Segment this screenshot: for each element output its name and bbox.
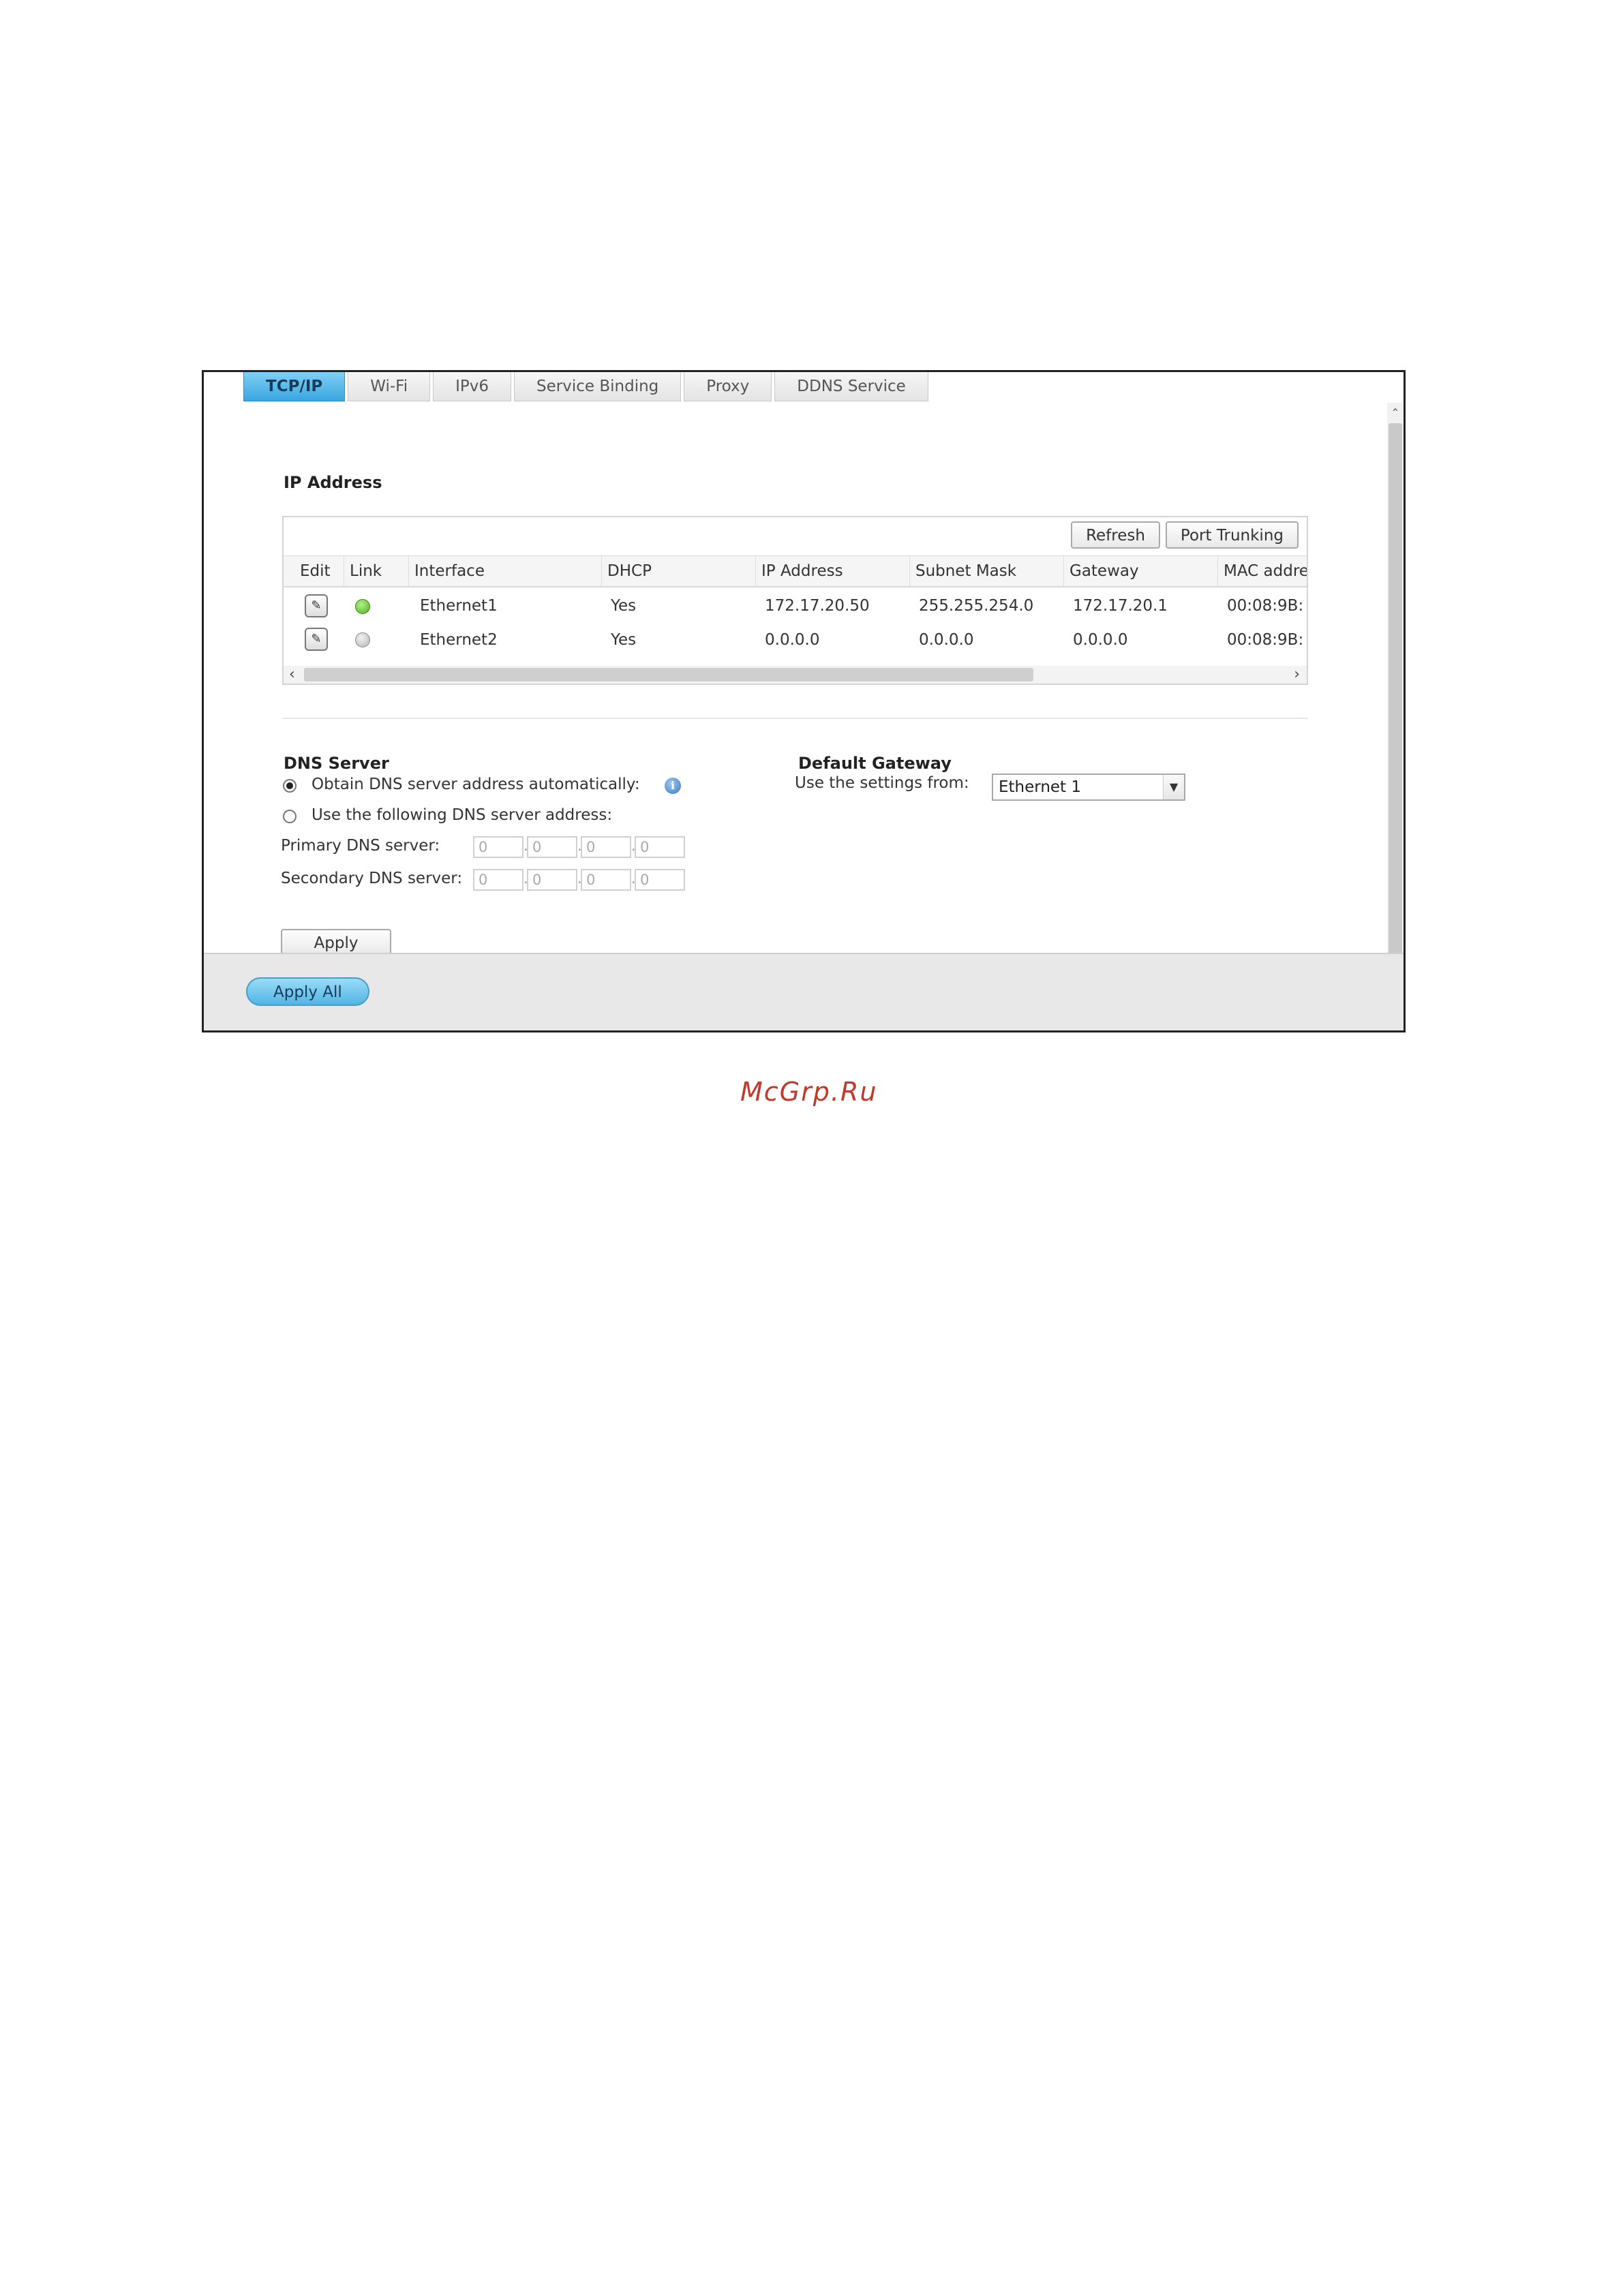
dhcp-cell: Yes (611, 597, 637, 615)
apply-all-button[interactable]: Apply All (246, 977, 369, 1006)
col-link[interactable]: Link (344, 556, 408, 586)
tab-ddns-service[interactable]: DDNS Service (774, 372, 928, 401)
col-edit[interactable]: Edit (284, 556, 344, 586)
edit-icon[interactable]: ✎ (305, 594, 328, 617)
gateway-source-value: Ethernet 1 (999, 778, 1082, 796)
secondary-dns-octet-4[interactable]: 0 (635, 869, 685, 891)
secondary-dns-label: Secondary DNS server: (281, 870, 463, 887)
mac-cell: 00:08:9B: (1227, 597, 1304, 615)
primary-dns-octet-1[interactable]: 0 (473, 836, 524, 858)
primary-dns-label: Primary DNS server: (281, 837, 440, 855)
col-ip-address[interactable]: IP Address (755, 556, 909, 586)
link-up-icon (355, 599, 370, 614)
dns-manual-label: Use the following DNS server address: (312, 806, 613, 824)
col-dhcp[interactable]: DHCP (601, 556, 755, 586)
col-subnet-mask[interactable]: Subnet Mask (909, 556, 1063, 586)
link-down-icon (355, 632, 370, 647)
gateway-source-select[interactable]: Ethernet 1 ▼ (992, 774, 1185, 801)
secondary-dns-octet-3[interactable]: 0 (581, 869, 631, 891)
primary-dns-octet-4[interactable]: 0 (635, 836, 685, 858)
col-mac-address[interactable]: MAC addre (1217, 556, 1307, 586)
tab-wifi[interactable]: Wi-Fi (348, 372, 431, 401)
grid-toolbar: Refresh Port Trunking (1065, 521, 1299, 549)
default-gateway-title: Default Gateway (798, 754, 952, 773)
mask-cell: 0.0.0.0 (919, 631, 974, 649)
watermark-text: McGrp.Ru (740, 1077, 878, 1107)
apply-button[interactable]: Apply (281, 929, 391, 956)
horizontal-scroll-thumb[interactable] (304, 668, 1033, 682)
port-trunking-button[interactable]: Port Trunking (1165, 521, 1299, 549)
dns-manual-radio[interactable] (283, 810, 297, 823)
gateway-cell: 172.17.20.1 (1073, 597, 1168, 615)
gateway-cell: 0.0.0.0 (1073, 631, 1128, 649)
primary-dns-octet-2[interactable]: 0 (527, 836, 577, 858)
tab-proxy[interactable]: Proxy (684, 372, 772, 401)
gateway-source-label: Use the settings from: (795, 774, 969, 792)
footer-bar: Apply All (204, 953, 1404, 1030)
horizontal-scrollbar[interactable]: ‹ › (284, 666, 1307, 684)
ip-address-title: IP Address (284, 473, 382, 492)
dns-auto-label: Obtain DNS server address automatically: (312, 776, 640, 793)
tab-ipv6[interactable]: IPv6 (433, 372, 512, 401)
section-divider (282, 718, 1308, 719)
interface-cell: Ethernet2 (420, 631, 498, 649)
edit-icon[interactable]: ✎ (305, 628, 328, 651)
primary-dns-octet-3[interactable]: 0 (581, 836, 631, 858)
grid-header: Edit Link Interface DHCP IP Address Subn… (284, 555, 1307, 587)
ip-cell: 172.17.20.50 (765, 597, 870, 615)
scroll-up-icon[interactable]: ⌃ (1387, 405, 1404, 420)
col-interface[interactable]: Interface (408, 556, 601, 586)
mask-cell: 255.255.254.0 (919, 597, 1034, 615)
info-icon[interactable]: i (665, 778, 681, 794)
col-gateway[interactable]: Gateway (1063, 556, 1217, 586)
secondary-dns-octet-1[interactable]: 0 (473, 869, 524, 891)
interface-grid: Refresh Port Trunking Edit Link Interfac… (282, 516, 1308, 685)
vertical-scrollbar[interactable]: ⌃ ⌄ (1387, 403, 1404, 985)
mac-cell: 00:08:9B: (1227, 631, 1304, 649)
refresh-button[interactable]: Refresh (1071, 521, 1160, 549)
tab-tcpip[interactable]: TCP/IP (243, 372, 346, 401)
dhcp-cell: Yes (611, 631, 637, 649)
vertical-scroll-thumb[interactable] (1389, 423, 1402, 958)
scroll-right-icon[interactable]: › (1294, 666, 1300, 684)
dns-server-title: DNS Server (284, 754, 389, 773)
tab-bar: TCP/IP Wi-Fi IPv6 Service Binding Proxy … (243, 372, 931, 403)
ip-cell: 0.0.0.0 (765, 631, 820, 649)
network-settings-window: TCP/IP Wi-Fi IPv6 Service Binding Proxy … (202, 370, 1406, 1032)
table-row[interactable]: ✎ Ethernet2 Yes 0.0.0.0 0.0.0.0 0.0.0.0 … (284, 625, 1307, 663)
tab-service-binding[interactable]: Service Binding (514, 372, 682, 401)
scroll-left-icon[interactable]: ‹ (289, 666, 295, 684)
interface-cell: Ethernet1 (420, 597, 498, 615)
secondary-dns-octet-2[interactable]: 0 (527, 869, 577, 891)
chevron-down-icon[interactable]: ▼ (1163, 775, 1184, 799)
table-row[interactable]: ✎ Ethernet1 Yes 172.17.20.50 255.255.254… (284, 587, 1307, 625)
tcpip-panel: IP Address Refresh Port Trunking Edit Li… (204, 403, 1386, 982)
dns-auto-radio[interactable] (283, 779, 297, 793)
